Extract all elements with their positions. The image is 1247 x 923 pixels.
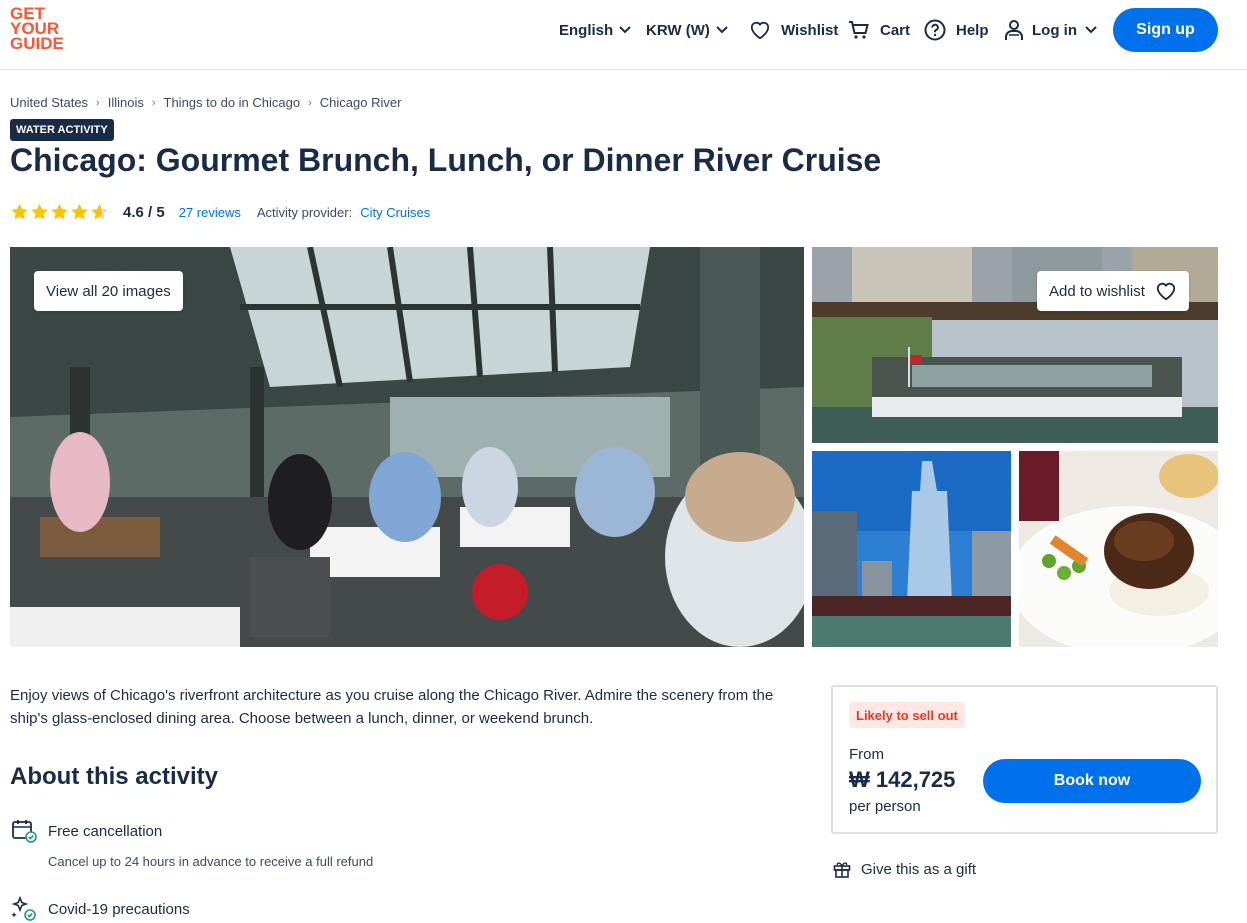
chevron-down-icon <box>1085 26 1097 34</box>
add-to-wishlist-button[interactable]: Add to wishlist <box>1037 271 1189 311</box>
currency-selector[interactable]: KRW (W) <box>646 0 728 60</box>
gift-icon <box>833 862 851 878</box>
login-menu[interactable]: Log in <box>1004 0 1097 60</box>
help-icon <box>924 19 946 41</box>
language-selector[interactable]: English <box>559 0 631 60</box>
breadcrumb-united-states[interactable]: United States <box>10 95 88 110</box>
heart-icon <box>1156 282 1175 301</box>
trump-tower-photo[interactable] <box>812 451 1011 647</box>
activity-description: Enjoy views of Chicago's riverfront arch… <box>10 687 774 727</box>
provider-link[interactable]: City Cruises <box>360 205 430 220</box>
user-icon <box>1005 20 1023 40</box>
feature-subtitle: Cancel up to 24 hours in advance to rece… <box>48 854 374 869</box>
book-now-button[interactable]: Book now <box>983 759 1201 803</box>
about-heading: About this activity <box>10 763 219 790</box>
steak-illustration <box>1019 451 1218 647</box>
feature-covid-precautions: Covid-19 precautions <box>10 896 190 922</box>
help-link[interactable]: Help <box>924 0 989 60</box>
star-rating <box>10 203 109 221</box>
feature-free-cancellation: Free cancellation <box>10 818 162 844</box>
booking-card: Likely to sell out From ₩ 142,725 per pe… <box>831 685 1218 834</box>
give-as-gift-link[interactable]: Give this as a gift <box>833 860 976 878</box>
river-boat-photo[interactable]: Add to wishlist <box>812 247 1218 443</box>
half-star-icon <box>91 203 108 220</box>
star-icon <box>11 203 28 220</box>
price-value: ₩ 142,725 <box>849 767 956 792</box>
signup-button[interactable]: Sign up <box>1113 8 1218 52</box>
steak-dish-photo[interactable] <box>1019 451 1218 647</box>
rating-row: 4.6 / 5 27 reviews Activity provider: Ci… <box>10 200 430 224</box>
cart-icon <box>849 21 869 39</box>
feature-title: Covid-19 precautions <box>48 900 190 918</box>
star-icon <box>71 203 88 220</box>
breadcrumb-things-to-do[interactable]: Things to do in Chicago <box>164 95 301 110</box>
reviews-link[interactable]: 27 reviews <box>179 205 241 220</box>
top-header: GET YOUR GUIDE English KRW (W) Wishlist … <box>0 0 1247 70</box>
tower-illustration <box>812 451 1011 647</box>
chevron-down-icon <box>619 26 631 34</box>
rating-score: 4.6 / 5 <box>123 203 165 221</box>
breadcrumb-illinois[interactable]: Illinois <box>108 95 144 110</box>
feature-title: Free cancellation <box>48 822 163 840</box>
getyourguide-logo[interactable]: GET YOUR GUIDE <box>10 5 70 52</box>
star-icon <box>51 203 68 220</box>
breadcrumb-separator: › <box>96 96 100 109</box>
likely-to-sell-out-badge: Likely to sell out <box>849 702 965 728</box>
breadcrumb-separator: › <box>151 96 156 109</box>
view-all-images-button[interactable]: View all 20 images <box>34 271 183 311</box>
breadcrumb: United States › Illinois › Things to do … <box>10 95 401 110</box>
page-title: Chicago: Gourmet Brunch, Lunch, or Dinne… <box>10 142 882 178</box>
breadcrumb-chicago-river[interactable]: Chicago River <box>320 95 402 110</box>
calendar-check-icon <box>12 820 37 843</box>
dining-room-photo[interactable]: View all 20 images <box>10 247 804 647</box>
star-icon <box>31 203 48 220</box>
category-badge: WATER ACTIVITY <box>10 119 114 141</box>
chevron-down-icon <box>716 26 728 34</box>
sparkle-shield-icon <box>11 896 36 921</box>
price-per-label: per person <box>849 798 921 815</box>
heart-icon <box>750 21 770 40</box>
wishlist-link[interactable]: Wishlist <box>749 0 838 60</box>
cart-link[interactable]: Cart <box>848 0 910 60</box>
provider-label: Activity provider: <box>256 204 353 220</box>
breadcrumb-separator: › <box>308 96 312 109</box>
price-from-label: From <box>849 746 884 763</box>
